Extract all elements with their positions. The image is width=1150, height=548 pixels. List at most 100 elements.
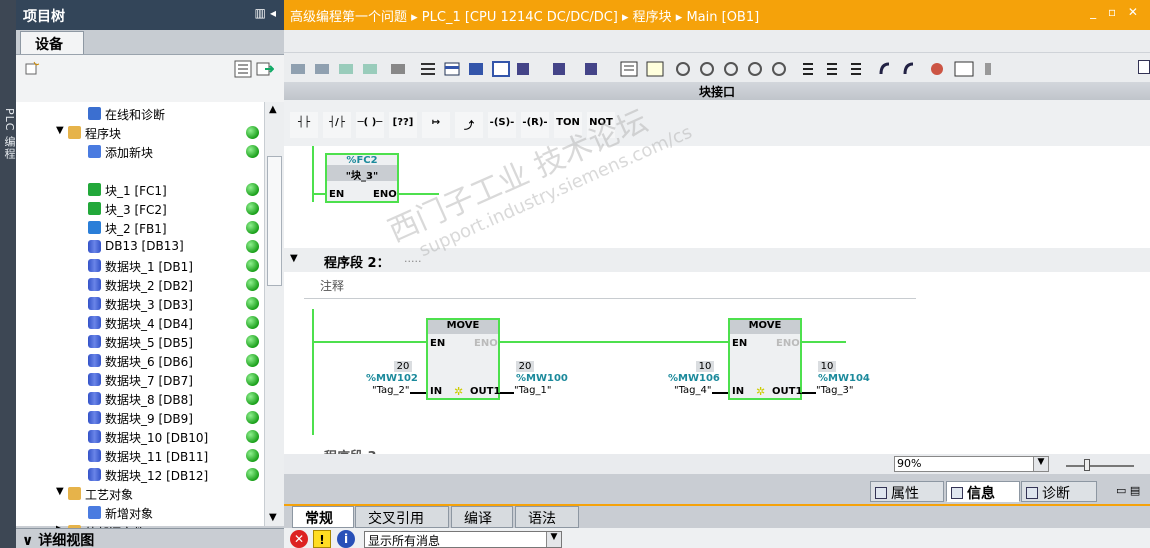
no-contact-button[interactable]: ┤├ (290, 112, 318, 138)
reset-coil-button[interactable]: -(R)- (521, 112, 549, 138)
device-tab[interactable]: 设备 (20, 31, 84, 54)
inspector-tab[interactable]: 属性 (870, 481, 944, 502)
absolute-address-icon[interactable] (517, 63, 529, 75)
info-subtab[interactable]: 语法 (515, 506, 579, 528)
zoom-slider-handle[interactable] (1084, 459, 1090, 471)
open-branch-button[interactable]: ↦ (422, 112, 450, 138)
empty-box-button[interactable]: [??] (389, 112, 417, 138)
message-filter-dropdown-icon[interactable]: ▼ (546, 532, 561, 547)
toolbar-overflow-icon[interactable] (1138, 60, 1150, 74)
block-interface-bar[interactable]: 块接口 (284, 82, 1150, 100)
tree-item[interactable]: 数据块_8 [DB8] (16, 389, 264, 408)
error-filter-icon[interactable]: ✕ (290, 530, 308, 548)
favorites-icon[interactable] (585, 63, 597, 75)
symbolic-address-icon[interactable] (553, 63, 565, 75)
compare-icon[interactable] (363, 64, 377, 74)
move1-out-tag[interactable]: "Tag_1" (514, 385, 552, 396)
scroll-up-icon[interactable]: ▲ (269, 104, 277, 115)
ladder-editor[interactable]: %FC2 "块_3" EN ENO ▼ 程序段 2： ..... 注释 MOVE… (284, 146, 1150, 454)
tag-icons[interactable] (676, 62, 786, 76)
tree-item[interactable]: 数据块_10 [DB10] (16, 427, 264, 446)
info-subtab[interactable]: 常规 (292, 506, 354, 528)
move2-in-address[interactable]: %MW106 (668, 373, 720, 384)
move2-in-tag[interactable]: "Tag_4" (674, 385, 712, 396)
tree-item[interactable]: DB13 [DB13] (16, 237, 264, 256)
tree-item[interactable]: 数据块_12 [DB12] (16, 465, 264, 484)
tree-item[interactable]: 块_3 [FC2] (16, 199, 264, 218)
window-control-icons[interactable]: _ ▫ ✕ (1090, 5, 1142, 19)
tree-item[interactable]: 数据块_3 [DB3] (16, 294, 264, 313)
new-item-icon[interactable] (24, 61, 40, 75)
network-collapse-icon[interactable]: ▼ (290, 253, 298, 264)
set-coil-button[interactable]: -(S)- (488, 112, 516, 138)
tree-item[interactable]: 添加新块 (16, 142, 264, 161)
overview-icon[interactable] (234, 60, 252, 78)
plc-programming-side-tab[interactable]: PLC 编程 (0, 0, 16, 548)
test-icons[interactable] (931, 61, 974, 77)
insert-row-icon[interactable] (444, 62, 460, 76)
insert-network-icon[interactable] (421, 63, 435, 75)
scroll-thumb[interactable] (267, 156, 282, 286)
delete-row-icon[interactable] (469, 63, 483, 75)
project-tree-scrollbar[interactable]: ▲ ▼ (264, 102, 284, 526)
load-icon[interactable] (985, 63, 991, 75)
monitor-icon[interactable] (339, 64, 353, 74)
zoom-slider-track[interactable] (1066, 465, 1134, 467)
tree-item[interactable]: 数据块_7 [DB7] (16, 370, 264, 389)
info-filter-icon[interactable]: i (337, 530, 355, 548)
networks-icon[interactable] (620, 61, 638, 77)
inspector-tab[interactable]: 诊断 (1021, 481, 1097, 502)
close-branch-button[interactable]: ⤴ (455, 112, 483, 138)
zoom-dropdown-icon[interactable]: ▼ (1033, 457, 1048, 471)
inspector-tab[interactable]: 信息 (946, 481, 1020, 502)
tree-item[interactable]: 新增对象 (16, 503, 264, 522)
move-block-1[interactable]: MOVE EN ENO IN OUT1 ✲ (426, 318, 500, 400)
export-icon[interactable] (256, 60, 274, 78)
tree-item[interactable]: 数据块_9 [DB9] (16, 408, 264, 427)
nc-contact-button[interactable]: ┤/├ (323, 112, 351, 138)
move-block-2[interactable]: MOVE EN ENO IN OUT1 ✲ (728, 318, 802, 400)
tree-item[interactable]: 块_1 [FC1] (16, 180, 264, 199)
sort-icons[interactable] (803, 63, 861, 75)
tree-item[interactable]: 数据块_2 [DB2] (16, 275, 264, 294)
tree-item[interactable]: 数据块_5 [DB5] (16, 332, 264, 351)
tree-item[interactable]: 数据块_6 [DB6] (16, 351, 264, 370)
tree-item[interactable]: 数据块_11 [DB11] (16, 446, 264, 465)
jump-icons[interactable] (879, 62, 914, 75)
scroll-down-icon[interactable]: ▼ (269, 512, 277, 523)
highlight-icon[interactable] (646, 61, 664, 77)
zoom-select[interactable]: 90% (894, 456, 1049, 472)
detail-view-header[interactable]: ∨ 详细视图 (16, 528, 284, 548)
info-subtab[interactable]: 交叉引用 (355, 506, 449, 528)
coil-button[interactable]: ─( )─ (356, 112, 384, 138)
expand-toggle-icon[interactable]: ▼ (56, 125, 64, 136)
go-online-icon[interactable] (291, 64, 305, 74)
move1-in-address[interactable]: %MW102 (366, 373, 418, 384)
move2-out-tag[interactable]: "Tag_3" (816, 385, 854, 396)
network-2-comment[interactable]: 注释 (304, 275, 916, 299)
message-filter-select[interactable]: 显示所有消息 (364, 531, 562, 548)
comment-icon[interactable] (492, 61, 510, 77)
go-offline-icon[interactable] (315, 64, 329, 74)
expand-toggle-icon[interactable]: ▼ (56, 486, 64, 497)
fc2-call-block[interactable]: %FC2 "块_3" EN ENO (325, 153, 399, 203)
tree-item[interactable]: ▼ 工艺对象 (16, 484, 264, 503)
ton-button[interactable]: TON (554, 112, 582, 138)
tree-item[interactable]: ▼ 程序块 (16, 123, 264, 142)
network-2-header[interactable]: ▼ 程序段 2： ..... (284, 248, 1150, 272)
move1-in-tag[interactable]: "Tag_2" (372, 385, 410, 396)
status-ok-icon (246, 145, 259, 158)
tree-item[interactable]: 数据块_1 [DB1] (16, 256, 264, 275)
info-subtab[interactable]: 编译 (451, 506, 513, 528)
inspector-window-icons[interactable]: ▭ ▤ (1116, 484, 1140, 497)
tree-item[interactable]: 在线和诊断 (16, 104, 264, 123)
tree-item[interactable]: 数据块_4 [DB4] (16, 313, 264, 332)
tree-item[interactable]: 块_2 [FB1] (16, 218, 264, 237)
move2-out-star-icon: ✲ (756, 385, 766, 398)
not-button[interactable]: NOT (587, 112, 615, 138)
collapse-panel-icon[interactable]: ▥ ◂ (254, 6, 276, 20)
download-icon[interactable] (391, 64, 405, 74)
move1-out-address[interactable]: %MW100 (516, 373, 568, 384)
move2-out-address[interactable]: %MW104 (818, 373, 870, 384)
warning-filter-icon[interactable]: ! (313, 530, 331, 548)
